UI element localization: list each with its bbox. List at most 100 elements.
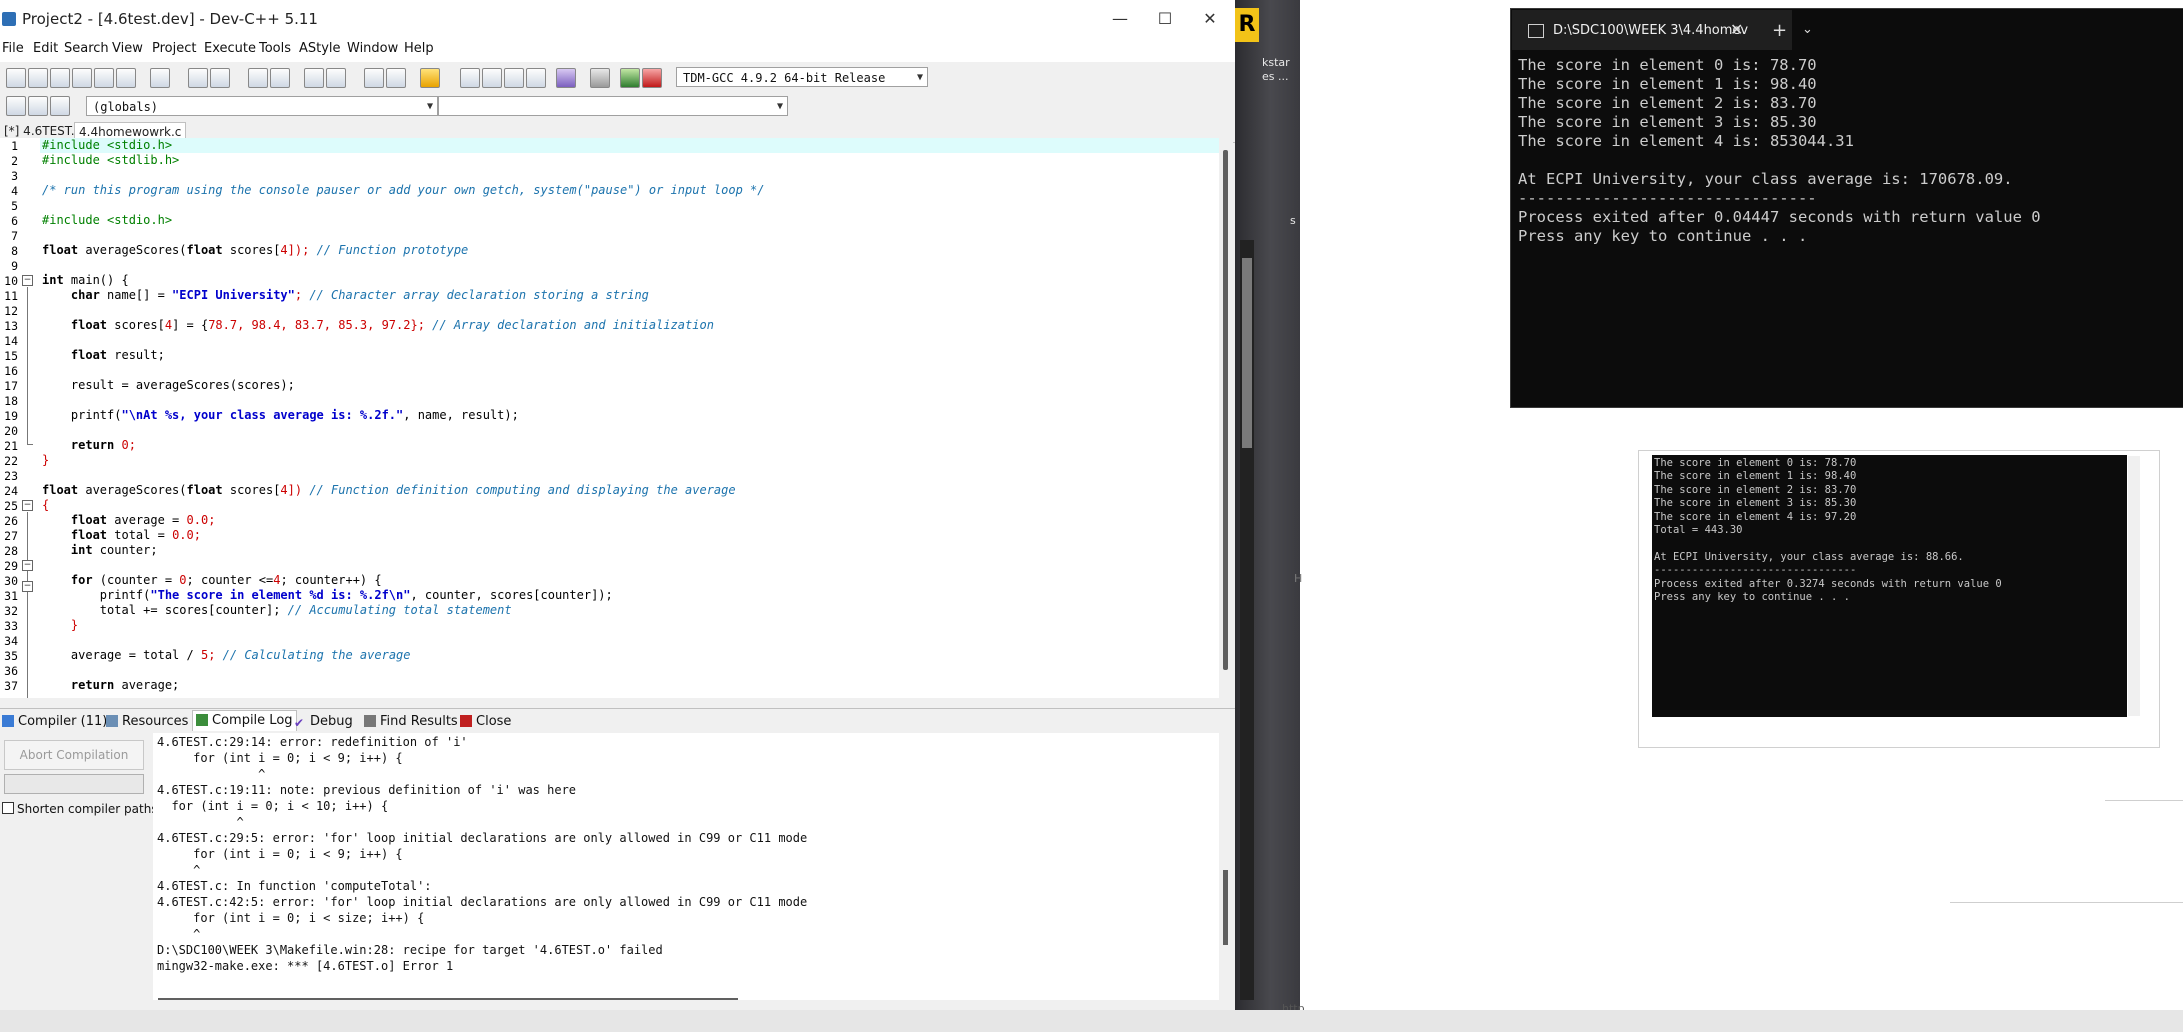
terminal-line: -------------------------------- — [1518, 189, 1817, 207]
line-number: 29 — [4, 559, 18, 573]
undo-icon[interactable] — [188, 68, 208, 88]
menu-tools[interactable]: Tools — [259, 41, 291, 56]
close-tab-icon[interactable]: ✕ — [1730, 20, 1743, 39]
chart-icon[interactable] — [620, 68, 640, 88]
close-file-icon[interactable] — [94, 68, 114, 88]
goto-definition-icon[interactable] — [50, 96, 70, 116]
function-select[interactable]: ▼ — [438, 96, 788, 116]
chevron-down-icon[interactable]: ⌄ — [1802, 22, 1813, 37]
tab-close[interactable]: Close — [460, 712, 511, 732]
terminal-icon — [1528, 24, 1544, 38]
log-horizontal-thumb[interactable] — [158, 998, 738, 1000]
replace-icon[interactable] — [270, 68, 290, 88]
code-line-4: /* run this program using the console pa… — [42, 183, 765, 197]
line-number: 16 — [4, 364, 18, 378]
line-number: 22 — [4, 454, 18, 468]
code-line-21: return 0; — [42, 438, 136, 452]
close-button[interactable]: ✕ — [1190, 6, 1230, 32]
code-line-8: float averageScores(float scores[4]); //… — [42, 243, 469, 257]
chevron-down-icon: ▼ — [426, 101, 433, 112]
shorten-paths-checkbox[interactable]: Shorten compiler paths — [2, 802, 158, 816]
code-line-30: for (counter = 0; counter <=4; counter++… — [42, 573, 382, 587]
tab-find-results[interactable]: Find Results — [364, 712, 458, 732]
menu-edit[interactable]: Edit — [33, 41, 58, 56]
compile-log-output[interactable]: 4.6TEST.c:29:14: error: redefinition of … — [153, 733, 1221, 1003]
line-number: 24 — [4, 484, 18, 498]
redo-icon[interactable] — [210, 68, 230, 88]
strip-scroll-thumb[interactable] — [1242, 258, 1252, 448]
class-browser-icon[interactable] — [6, 96, 26, 116]
save-all-icon[interactable] — [72, 68, 92, 88]
log-vertical-scrollbar[interactable] — [1219, 733, 1233, 1003]
menu-view[interactable]: View — [112, 41, 143, 56]
unindent-icon[interactable] — [326, 68, 346, 88]
goto-icon[interactable] — [364, 68, 384, 88]
open-file-icon[interactable] — [28, 68, 48, 88]
code-editor[interactable]: 1 2 3 4 5 6 7 8 9 10 11 12 13 14 15 16 17 18 19 20 21 22 23 24 2… — [0, 138, 1224, 698]
menu-search[interactable]: Search — [64, 41, 109, 56]
console-line: At ECPI University, your class average i… — [1654, 551, 1964, 563]
line-number: 27 — [4, 529, 18, 543]
save-icon[interactable] — [50, 68, 70, 88]
fold-marker[interactable]: − — [22, 581, 33, 592]
minimize-button[interactable]: — — [1100, 6, 1140, 32]
log-line: ^ — [157, 815, 244, 829]
editor-scroll-thumb[interactable] — [1223, 150, 1228, 670]
console-line: Total = 443.30 — [1654, 524, 1743, 536]
find-icon — [364, 715, 376, 727]
menu-help[interactable]: Help — [404, 41, 434, 56]
tab-resources[interactable]: Resources — [106, 712, 188, 732]
console-line: Press any key to continue . . . — [1654, 591, 1850, 603]
indent-icon[interactable] — [304, 68, 324, 88]
menu-project[interactable]: Project — [152, 41, 196, 56]
class-toolbar: (globals) ▼ ▼ — [0, 92, 1235, 120]
tab-compile-log[interactable]: Compile Log — [192, 710, 297, 731]
log-line: ^ — [157, 767, 266, 781]
goto-declaration-icon[interactable] — [28, 96, 48, 116]
menu-window[interactable]: Window — [347, 41, 398, 56]
log-line: for (int i = 0; i < size; i++) { — [157, 911, 425, 925]
compiler-select[interactable]: TDM-GCC 4.9.2 64-bit Release ▼ — [676, 67, 928, 87]
menu-astyle[interactable]: AStyle — [299, 41, 341, 56]
fold-marker[interactable]: − — [22, 275, 33, 286]
rockstar-icon[interactable]: R — [1235, 8, 1259, 42]
new-tab-icon[interactable]: + — [1772, 20, 1787, 41]
scope-select[interactable]: (globals) ▼ — [86, 96, 438, 116]
chevron-down-icon: ▼ — [776, 101, 783, 112]
close-all-icon[interactable] — [116, 68, 136, 88]
chart-icon — [196, 714, 208, 726]
maximize-button[interactable]: ☐ — [1145, 6, 1185, 32]
print-icon[interactable] — [150, 68, 170, 88]
run-icon[interactable] — [482, 68, 502, 88]
stop-icon[interactable] — [590, 68, 610, 88]
new-file-icon[interactable] — [6, 68, 26, 88]
console-line: The score in element 0 is: 78.70 — [1654, 457, 1857, 469]
line-number: 14 — [4, 334, 18, 348]
line-number: 2 — [11, 154, 18, 168]
bookmark-icon[interactable] — [386, 68, 406, 88]
line-number: 34 — [4, 634, 18, 648]
abort-compilation-button[interactable]: Abort Compilation — [4, 740, 144, 770]
log-scroll-thumb[interactable] — [1223, 870, 1228, 945]
panel-tabs: Compiler (11) Resources Compile Log ✔ Deb… — [0, 708, 1235, 733]
divider — [1950, 902, 2183, 903]
tab-debug[interactable]: ✔ Debug — [294, 712, 353, 732]
project-icon[interactable] — [420, 68, 440, 88]
find-icon[interactable] — [248, 68, 268, 88]
code-line-35: average = total / 5; // Calculating the … — [42, 648, 411, 662]
code-line-1: #include <stdio.h> — [42, 138, 173, 152]
rebuild-icon[interactable] — [526, 68, 546, 88]
compile-icon[interactable] — [460, 68, 480, 88]
menu-execute[interactable]: Execute — [204, 41, 256, 56]
menu-file[interactable]: File — [2, 41, 24, 56]
strip-text: s — [1290, 214, 1296, 227]
check-icon[interactable] — [556, 68, 576, 88]
terminal-line: At ECPI University, your class average i… — [1518, 170, 2013, 188]
fold-marker[interactable]: − — [22, 560, 33, 571]
tab-compiler[interactable]: Compiler (11) — [2, 712, 107, 732]
resources-icon — [106, 715, 118, 727]
debug-icon[interactable] — [642, 68, 662, 88]
compile-run-icon[interactable] — [504, 68, 524, 88]
fold-marker[interactable]: − — [22, 500, 33, 511]
log-line: 4.6TEST.c:29:14: error: redefinition of … — [157, 735, 468, 749]
